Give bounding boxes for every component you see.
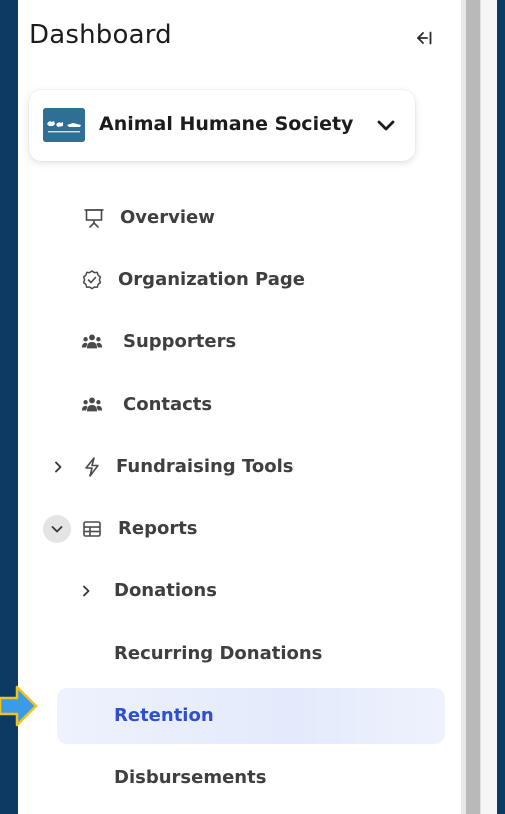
- sidebar-item-contacts[interactable]: Contacts: [57, 377, 445, 433]
- verified-check-icon: [81, 269, 103, 291]
- pointer-arrow-icon: [0, 685, 38, 727]
- sidebar-item-retention[interactable]: Retention: [57, 688, 445, 744]
- organization-selector[interactable]: Animal Humane Society: [29, 90, 415, 161]
- sidebar-item-label: Retention: [114, 705, 214, 726]
- people-icon: [81, 394, 103, 416]
- sidebar-item-label: Overview: [120, 207, 215, 228]
- sidebar-item-recurring-donations[interactable]: Recurring Donations: [57, 626, 445, 682]
- window-frame-right: [497, 0, 505, 814]
- chevron-down-icon: [51, 526, 63, 533]
- table-icon: [81, 518, 103, 540]
- expand-toggle-reports[interactable]: [43, 515, 71, 543]
- sidebar-item-disbursements[interactable]: Disbursements: [57, 750, 445, 806]
- sidebar-item-label: Contacts: [123, 394, 213, 415]
- presentation-icon: [83, 207, 105, 229]
- expand-toggle-fundraising-tools[interactable]: [44, 453, 72, 481]
- sidebar-item-fundraising-tools[interactable]: Fundraising Tools: [55, 439, 445, 495]
- sidebar-item-overview[interactable]: Overview: [57, 190, 445, 246]
- sidebar-title: Dashboard: [29, 20, 172, 50]
- sidebar-item-label: Reports: [118, 518, 198, 539]
- sidebar-item-label: Disbursements: [114, 767, 267, 788]
- collapse-left-icon: [417, 31, 432, 45]
- sidebar-item-donations[interactable]: Donations: [57, 563, 445, 619]
- sidebar-item-label: Fundraising Tools: [116, 456, 294, 477]
- organization-name: Animal Humane Society: [99, 113, 354, 135]
- organization-logo: [43, 108, 85, 142]
- sidebar-item-label: Recurring Donations: [114, 643, 323, 664]
- people-icon: [81, 331, 103, 353]
- expand-toggle-donations[interactable]: [72, 577, 100, 605]
- sidebar-item-supporters[interactable]: Supporters: [57, 314, 445, 370]
- sidebar-item-organization-page[interactable]: Organization Page: [57, 252, 445, 308]
- chevron-right-icon: [55, 461, 62, 473]
- sidebar-item-label: Supporters: [123, 331, 237, 352]
- scrollbar-thumb[interactable]: [466, 0, 480, 814]
- sidebar-item-label: Donations: [114, 580, 217, 601]
- sidebar-item-label: Organization Page: [118, 269, 305, 290]
- collapse-sidebar-button[interactable]: [410, 24, 438, 52]
- chevron-right-icon: [83, 585, 90, 597]
- lightning-icon: [81, 456, 103, 478]
- chevron-down-icon: [377, 120, 395, 131]
- sidebar-item-reports[interactable]: Reports: [43, 501, 445, 557]
